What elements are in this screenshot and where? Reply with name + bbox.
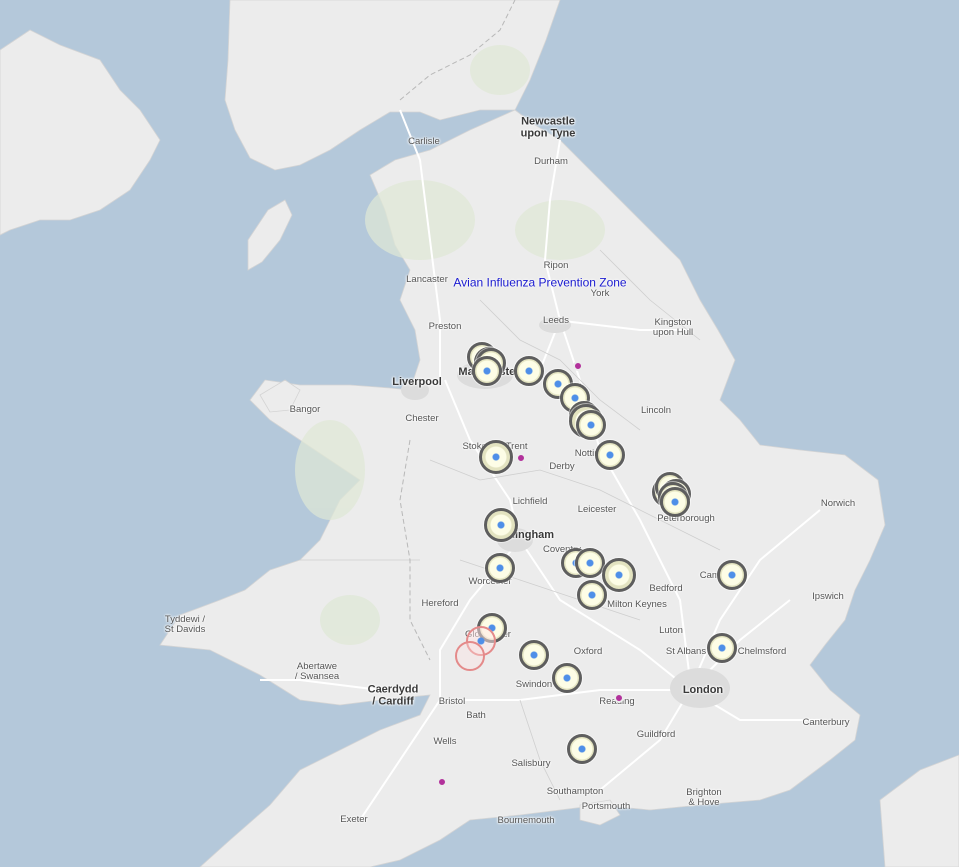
outbreak-zone-marker[interactable] <box>566 733 597 764</box>
place-label: Durham <box>534 156 568 168</box>
outbreak-zone-marker[interactable] <box>575 410 606 441</box>
place-label: Newcastle upon Tyne <box>520 115 576 139</box>
place-label: York <box>590 288 610 300</box>
place-label: Ripon <box>543 260 569 272</box>
place-label: Chelmsford <box>737 646 787 658</box>
outbreak-zone-marker[interactable] <box>717 559 748 590</box>
place-label: Wells <box>433 736 457 748</box>
place-label: Norwich <box>820 498 856 510</box>
case-location-marker[interactable] <box>572 361 583 372</box>
case-location-marker[interactable] <box>613 692 624 703</box>
land <box>0 0 959 867</box>
outbreak-zone-marker[interactable] <box>478 439 513 474</box>
place-label: Exeter <box>340 814 368 826</box>
place-label: Preston <box>428 321 462 333</box>
outbreak-zone-marker[interactable] <box>484 553 515 584</box>
place-label: Guildford <box>636 729 676 741</box>
place-label: Brighton & Hove <box>686 787 722 808</box>
place-label: Swindon <box>515 679 553 691</box>
outbreak-zone-marker[interactable] <box>575 548 606 579</box>
place-label: Leicester <box>577 504 617 516</box>
case-location-marker[interactable] <box>436 777 447 788</box>
place-label: Bedford <box>649 583 683 595</box>
place-label: Southampton <box>546 786 604 798</box>
outbreak-zone-marker[interactable] <box>518 640 549 671</box>
place-label: Kingston upon Hull <box>652 317 694 338</box>
place-label: Luton <box>659 625 683 637</box>
place-label: Carlisle <box>408 136 440 148</box>
place-label: Oxford <box>573 646 603 658</box>
place-label: Caerdydd / Cardiff <box>367 683 419 707</box>
place-label: St Albans <box>665 646 707 658</box>
place-label: Milton Keynes <box>607 599 667 611</box>
place-label: Ipswich <box>812 591 844 603</box>
place-label: Derby <box>549 461 575 473</box>
place-label: Abertawe / Swansea <box>294 661 340 682</box>
place-label: Canterbury <box>802 717 850 729</box>
outbreak-zone-marker[interactable] <box>472 356 503 387</box>
outbreak-zone-marker[interactable] <box>455 641 486 672</box>
outbreak-zone-marker[interactable] <box>707 632 738 663</box>
outbreak-zone-marker[interactable] <box>483 507 518 542</box>
place-label: Bath <box>466 710 486 722</box>
basemap <box>0 0 959 867</box>
outbreak-zone-marker[interactable] <box>594 439 625 470</box>
outbreak-zone-marker[interactable] <box>576 579 607 610</box>
place-label: Leeds <box>543 315 569 327</box>
place-label: Lincoln <box>640 405 672 417</box>
outbreak-zone-marker[interactable] <box>601 557 636 592</box>
map-view[interactable]: Newcastle upon Tyne Carlisle Durham Ripon Yor… <box>0 0 959 867</box>
outbreak-zone-marker[interactable] <box>513 356 544 387</box>
place-label: Peterborough <box>657 513 715 525</box>
place-label: Bangor <box>289 404 321 416</box>
place-label: Bournemouth <box>497 815 555 827</box>
outbreak-zone-marker[interactable] <box>552 663 583 694</box>
place-label: Lichfield <box>512 496 548 508</box>
prevention-zone-label[interactable]: Avian Influenza Prevention Zone <box>453 277 626 290</box>
place-label: Tyddewi / St Davids <box>164 614 206 635</box>
place-label: Chester <box>405 413 439 425</box>
place-label: Salisbury <box>511 758 551 770</box>
case-location-marker[interactable] <box>515 452 526 463</box>
place-label: Portsmouth <box>581 801 631 813</box>
place-label: Hereford <box>421 598 459 610</box>
place-label: Bristol <box>438 696 466 708</box>
outbreak-zone-marker[interactable] <box>659 486 690 517</box>
place-label: Lancaster <box>406 274 448 286</box>
place-label: London <box>682 684 724 697</box>
place-label: Liverpool <box>392 376 442 389</box>
